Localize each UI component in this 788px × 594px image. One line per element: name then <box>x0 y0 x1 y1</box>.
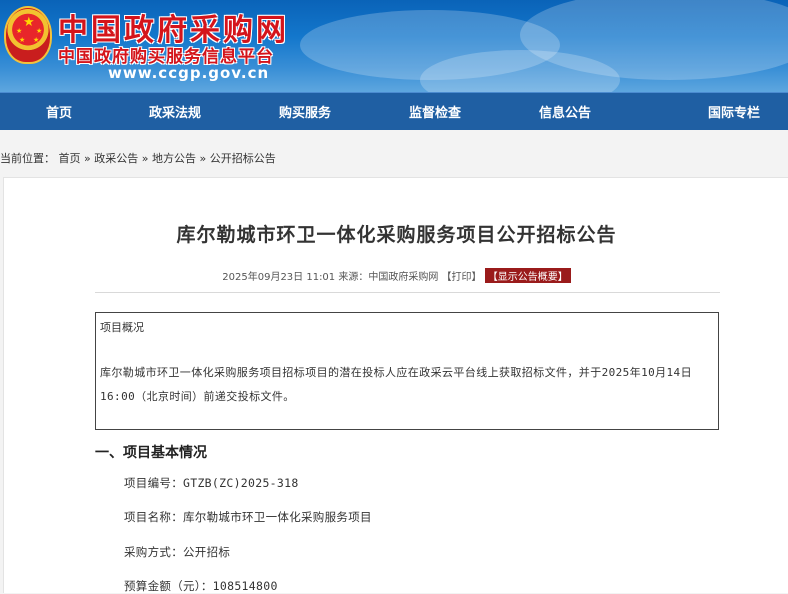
breadcrumb-local-link[interactable]: 地方公告 <box>152 152 196 165</box>
nav-item-services[interactable]: 购买服务 <box>240 93 370 130</box>
site-banner: ★ ★ ★ ★ ★ 中国政府采购网 中国政府购买服务信息平台 www.ccgp.… <box>0 0 788 92</box>
article-source: 中国政府采购网 <box>368 272 439 283</box>
nav-item-supervision[interactable]: 监督检查 <box>370 93 500 130</box>
breadcrumb-tender-link[interactable]: 公开招标公告 <box>210 152 276 165</box>
breadcrumb-separator: » <box>141 152 149 165</box>
summary-body: 库尔勒城市环卫一体化采购服务项目招标项目的潜在投标人应在政采云平台线上获取招标文… <box>100 366 692 403</box>
article-date: 2025年09月23日 11:01 <box>222 272 336 283</box>
breadcrumb-prefix: 当前位置： <box>0 152 55 165</box>
show-summary-button[interactable]: 【显示公告概要】 <box>484 268 571 283</box>
project-name: 项目名称：库尔勒城市环卫一体化采购服务项目 <box>124 510 372 524</box>
project-summary-box: 项目概况 库尔勒城市环卫一体化采购服务项目招标项目的潜在投标人应在政采云平台线上… <box>95 312 719 430</box>
article-panel: 库尔勒城市环卫一体化采购服务项目公开招标公告 2025年09月23日 11:01… <box>3 177 788 593</box>
project-number: 项目编号：GTZB(ZC)2025-318 <box>124 476 299 490</box>
nav-item-notices[interactable]: 信息公告 <box>500 93 630 130</box>
section-heading: 一、项目基本情况 <box>95 445 207 461</box>
article-source-label: 来源： <box>338 272 369 283</box>
breadcrumb-notices-link[interactable]: 政采公告 <box>94 152 138 165</box>
nav-item-international[interactable]: 国际专栏 <box>630 93 788 130</box>
article-title: 库尔勒城市环卫一体化采购服务项目公开招标公告 <box>176 224 617 246</box>
article-meta: 2025年09月23日 11:01 来源：中国政府采购网 【打印】 【显示公告概… <box>4 268 788 283</box>
nav-item-regulations[interactable]: 政采法规 <box>110 93 240 130</box>
site-url: www.ccgp.gov.cn <box>108 64 270 82</box>
breadcrumb-home-link[interactable]: 首页 <box>59 152 81 165</box>
title-divider <box>95 292 720 293</box>
procurement-method: 采购方式：公开招标 <box>124 545 231 559</box>
breadcrumb-separator: » <box>84 152 91 165</box>
summary-heading: 项目概况 <box>100 321 144 334</box>
breadcrumb: 当前位置： 首页 » 政采公告 » 地方公告 » 公开招标公告 <box>0 150 276 166</box>
main-nav: 首页 政采法规 购买服务 监督检查 信息公告 国际专栏 <box>0 92 788 130</box>
nav-item-home[interactable]: 首页 <box>0 93 110 130</box>
breadcrumb-separator: » <box>199 152 207 165</box>
national-emblem-icon: ★ ★ ★ ★ ★ <box>4 6 52 64</box>
budget-amount: 预算金额（元）：108514800 <box>124 579 278 593</box>
print-link[interactable]: 【打印】 <box>442 272 482 283</box>
